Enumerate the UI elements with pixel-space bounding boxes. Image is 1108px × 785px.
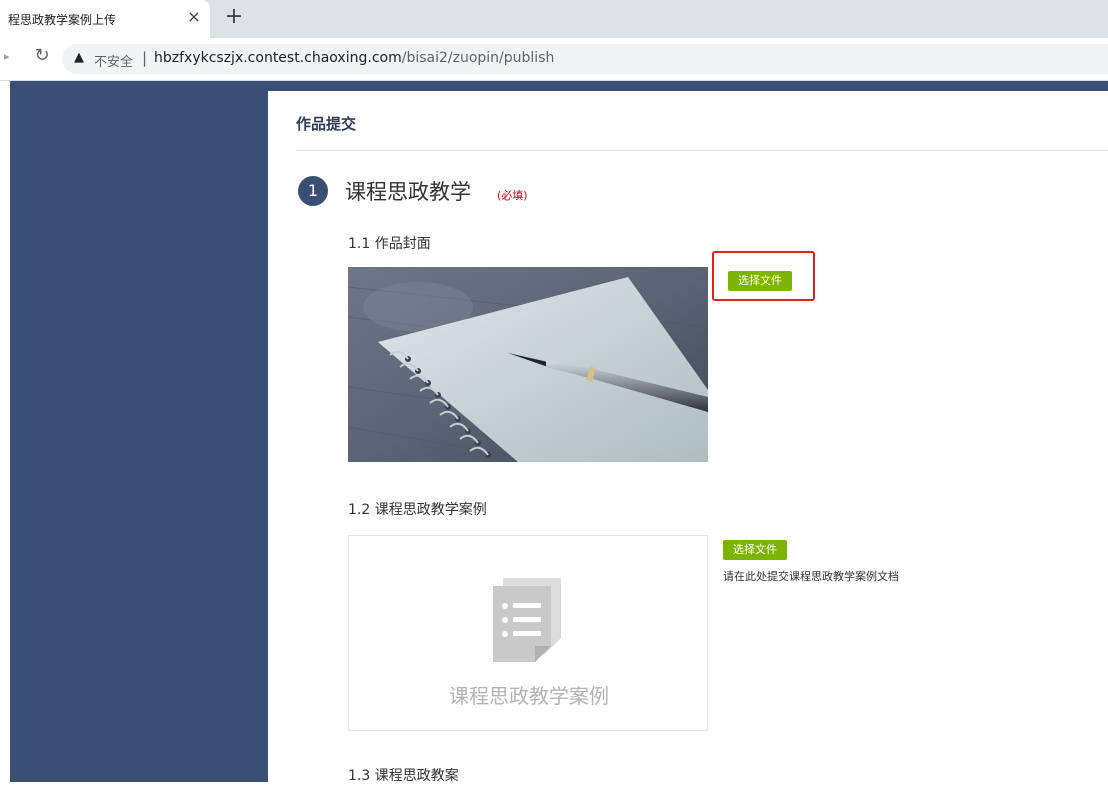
case-choose-file-button[interactable]: 选择文件 xyxy=(723,540,787,560)
browser-tab-bar: 程思政教学案例上传 × + xyxy=(0,0,1108,38)
new-tab-icon[interactable]: + xyxy=(222,6,246,30)
header-strip xyxy=(268,81,1108,91)
warning-icon[interactable]: ▲ xyxy=(74,50,84,65)
browser-toolbar: ▸ ↻ ▲ 不安全 | hbzfxykcszjx.contest.chaoxin… xyxy=(0,38,1108,81)
main-content: 作品提交 1 课程思政教学 (必填) 1.1 作品封面 选择文件 1.2 课程思… xyxy=(268,91,1108,784)
page-title: 作品提交 xyxy=(296,115,357,133)
address-separator: | xyxy=(142,49,148,67)
highlight-annotation-box xyxy=(712,251,815,301)
title-divider xyxy=(296,150,1108,151)
close-tab-icon[interactable]: × xyxy=(184,7,204,27)
case-upload-hint: 请在此处提交课程思政教学案例文档 xyxy=(723,570,899,583)
url-path: /bisai2/zuopin/publish xyxy=(401,50,555,66)
insecure-label[interactable]: 不安全 xyxy=(94,51,133,70)
cover-image xyxy=(348,267,708,462)
cover-section-label: 1.1 作品封面 xyxy=(348,236,431,252)
browser-tab-active[interactable]: 程思政教学案例上传 × xyxy=(0,0,210,38)
case-upload-area[interactable]: 课程思政教学案例 xyxy=(348,535,708,731)
step-title: 课程思政教学 xyxy=(345,180,471,204)
document-icon xyxy=(493,578,561,662)
url-text[interactable]: hbzfxykcszjx.contest.chaoxing.com/bisai2… xyxy=(154,50,554,66)
case-section-label: 1.2 课程思政教学案例 xyxy=(348,502,487,518)
required-badge: (必填) xyxy=(497,189,528,202)
reload-icon[interactable]: ↻ xyxy=(32,46,52,66)
upload-placeholder-text: 课程思政教学案例 xyxy=(449,684,609,708)
sidebar xyxy=(10,81,268,782)
step-number-badge: 1 xyxy=(298,176,328,206)
forward-icon[interactable]: ▸ xyxy=(4,50,10,63)
lesson-plan-section-label: 1.3 课程思政教案 xyxy=(348,768,459,784)
url-host: hbzfxykcszjx.contest.chaoxing.com xyxy=(154,50,402,66)
tab-title: 程思政教学案例上传 xyxy=(8,13,117,27)
address-bar[interactable]: ▲ 不安全 | hbzfxykcszjx.contest.chaoxing.co… xyxy=(62,44,1108,74)
